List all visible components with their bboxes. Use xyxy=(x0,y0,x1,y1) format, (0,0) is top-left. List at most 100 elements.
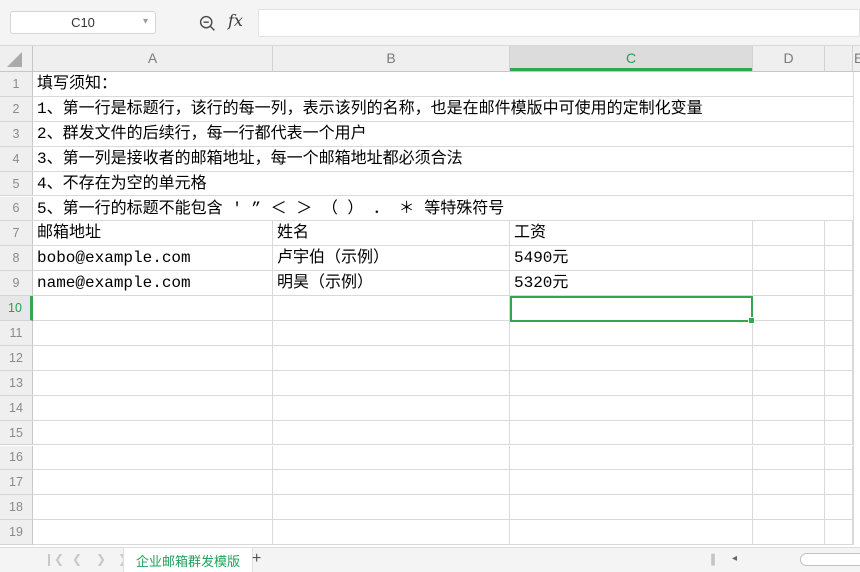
cell-A8[interactable]: bobo@example.com xyxy=(33,246,273,271)
cell-B11[interactable] xyxy=(273,321,510,346)
select-all-corner[interactable] xyxy=(0,46,33,72)
cell-D8[interactable] xyxy=(753,246,825,271)
cell-A19[interactable] xyxy=(33,520,273,545)
cell-E17[interactable] xyxy=(825,470,853,495)
cell-D18[interactable] xyxy=(753,495,825,520)
cell-C8[interactable]: 5490元 xyxy=(510,246,753,271)
cell-A1[interactable]: 填写须知： xyxy=(33,72,853,97)
zoom-search-icon[interactable] xyxy=(198,14,218,34)
cell-D13[interactable] xyxy=(753,371,825,396)
chevron-down-icon[interactable]: ▾ xyxy=(143,16,148,27)
column-header-D[interactable]: D xyxy=(753,46,825,72)
cell-A18[interactable] xyxy=(33,495,273,520)
cell-B8[interactable]: 卢宇伯（示例） xyxy=(273,246,510,271)
cell-A9[interactable]: name@example.com xyxy=(33,271,273,296)
cell-E12[interactable] xyxy=(825,346,853,371)
fx-icon[interactable]: fx xyxy=(228,11,243,30)
cell-D12[interactable] xyxy=(753,346,825,371)
cell-C9[interactable]: 5320元 xyxy=(510,271,753,296)
formula-bar-input[interactable] xyxy=(258,9,860,37)
cell-A13[interactable] xyxy=(33,371,273,396)
tab-splitter-handle[interactable]: ∥ xyxy=(710,552,716,566)
row-header-14[interactable]: 14 xyxy=(0,396,33,421)
row-header-19[interactable]: 19 xyxy=(0,520,33,545)
cell-E9[interactable] xyxy=(825,271,853,296)
column-header-E[interactable]: E xyxy=(853,46,860,72)
row-header-13[interactable]: 13 xyxy=(0,371,33,396)
cell-C18[interactable] xyxy=(510,495,753,520)
cell-A4[interactable]: 3、第一列是接收者的邮箱地址，每一个邮箱地址都必须合法 xyxy=(33,147,853,172)
cell-E19[interactable] xyxy=(825,520,853,545)
column-header-C[interactable]: C xyxy=(510,46,753,72)
row-header-1[interactable]: 1 xyxy=(0,72,33,97)
row-header-5[interactable]: 5 xyxy=(0,172,33,197)
row-header-10[interactable]: 10 xyxy=(0,296,33,321)
column-header-col4[interactable] xyxy=(825,46,853,72)
row-header-9[interactable]: 9 xyxy=(0,271,33,296)
cell-D15[interactable] xyxy=(753,421,825,446)
cell-E8[interactable] xyxy=(825,246,853,271)
cell-A2[interactable]: 1、第一行是标题行，该行的每一列，表示该列的名称，也是在邮件模版中可使用的定制化… xyxy=(33,97,853,122)
cell-D10[interactable] xyxy=(753,296,825,321)
cell-B18[interactable] xyxy=(273,495,510,520)
cell-D7[interactable] xyxy=(753,221,825,246)
cell-C11[interactable] xyxy=(510,321,753,346)
row-header-6[interactable]: 6 xyxy=(0,197,33,222)
add-sheet-button[interactable]: + xyxy=(252,550,261,568)
cell-D19[interactable] xyxy=(753,520,825,545)
cell-A11[interactable] xyxy=(33,321,273,346)
row-header-16[interactable]: 16 xyxy=(0,446,33,471)
cell-B12[interactable] xyxy=(273,346,510,371)
cell-C16[interactable] xyxy=(510,446,753,471)
cell-A14[interactable] xyxy=(33,396,273,421)
row-header-8[interactable]: 8 xyxy=(0,246,33,271)
prev-sheet-icon[interactable]: ❮ xyxy=(72,552,82,566)
name-box[interactable]: C10 ▾ xyxy=(10,11,156,34)
cell-B14[interactable] xyxy=(273,396,510,421)
cell-C14[interactable] xyxy=(510,396,753,421)
row-header-15[interactable]: 15 xyxy=(0,421,33,446)
cell-E13[interactable] xyxy=(825,371,853,396)
cell-D16[interactable] xyxy=(753,446,825,471)
cell-B10[interactable] xyxy=(273,296,510,321)
cell-E18[interactable] xyxy=(825,495,853,520)
row-header-18[interactable]: 18 xyxy=(0,495,33,520)
cell-D11[interactable] xyxy=(753,321,825,346)
cell-C12[interactable] xyxy=(510,346,753,371)
cell-E11[interactable] xyxy=(825,321,853,346)
cell-A17[interactable] xyxy=(33,470,273,495)
cell-B15[interactable] xyxy=(273,421,510,446)
cell-C7[interactable]: 工资 xyxy=(510,221,753,246)
cell-E14[interactable] xyxy=(825,396,853,421)
cell-B13[interactable] xyxy=(273,371,510,396)
cell-B7[interactable]: 姓名 xyxy=(273,221,510,246)
row-header-11[interactable]: 11 xyxy=(0,321,33,346)
cell-C10[interactable] xyxy=(510,296,753,321)
first-sheet-icon[interactable]: ❙❮ xyxy=(44,552,64,566)
cell-A15[interactable] xyxy=(33,421,273,446)
cell-B19[interactable] xyxy=(273,520,510,545)
cell-C15[interactable] xyxy=(510,421,753,446)
row-header-3[interactable]: 3 xyxy=(0,122,33,147)
cell-A6[interactable]: 5、第一行的标题不能包含 ' ” ＜ ＞ （ ） ． ＊ 等特殊符号 xyxy=(33,197,853,222)
cell-E7[interactable] xyxy=(825,221,853,246)
cell-A5[interactable]: 4、不存在为空的单元格 xyxy=(33,172,853,197)
row-header-7[interactable]: 7 xyxy=(0,221,33,246)
row-header-4[interactable]: 4 xyxy=(0,147,33,172)
cell-D9[interactable] xyxy=(753,271,825,296)
cell-A7[interactable]: 邮箱地址 xyxy=(33,221,273,246)
next-sheet-icon[interactable]: ❯ xyxy=(96,552,106,566)
cell-B9[interactable]: 明昊（示例） xyxy=(273,271,510,296)
cell-B16[interactable] xyxy=(273,446,510,471)
row-header-17[interactable]: 17 xyxy=(0,470,33,495)
cell-E16[interactable] xyxy=(825,446,853,471)
cell-A12[interactable] xyxy=(33,346,273,371)
scroll-left-icon[interactable]: ◂ xyxy=(732,553,737,564)
horizontal-scrollbar-thumb[interactable] xyxy=(800,553,860,566)
row-header-2[interactable]: 2 xyxy=(0,97,33,122)
cell-D17[interactable] xyxy=(753,470,825,495)
cell-E10[interactable] xyxy=(825,296,853,321)
row-header-12[interactable]: 12 xyxy=(0,346,33,371)
cell-E15[interactable] xyxy=(825,421,853,446)
column-header-B[interactable]: B xyxy=(273,46,510,72)
